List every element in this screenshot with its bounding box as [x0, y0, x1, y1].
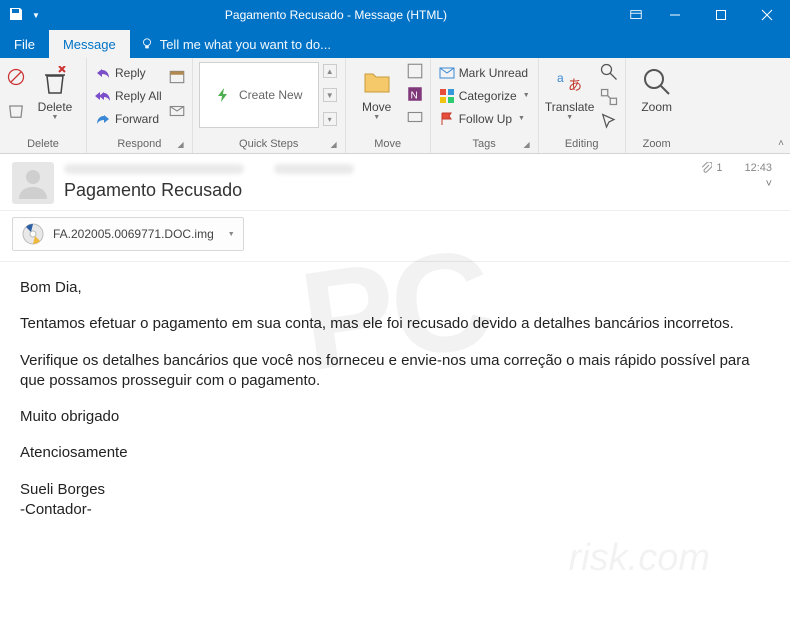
from-line — [64, 162, 690, 176]
follow-up-button[interactable]: Follow Up▼ — [437, 108, 532, 130]
body-paragraph: Sueli Borges -Contador- — [20, 480, 770, 521]
move-button[interactable]: Move ▼ — [352, 62, 402, 121]
body-paragraph: Verifique os detalhes bancários que você… — [20, 351, 770, 392]
message-body: Bom Dia, Tentamos efetuar o pagamento em… — [0, 262, 790, 536]
message-subject: Pagamento Recusado — [64, 180, 690, 201]
gallery-up-icon[interactable]: ▲ — [323, 64, 337, 78]
group-move: Move ▼ N Move — [346, 58, 431, 153]
maximize-button[interactable] — [698, 0, 744, 30]
group-label-tags: Tags◢ — [437, 137, 532, 151]
ribbon: Delete ▼ Delete Reply Reply All Forward … — [0, 58, 790, 154]
group-quick-steps: Create New ▲ ▼ ▾ Quick Steps◢ — [193, 58, 346, 153]
window-controls — [652, 0, 790, 30]
quick-steps-gallery[interactable]: Create New — [199, 62, 319, 128]
reply-button[interactable]: Reply — [93, 62, 164, 84]
folder-move-icon — [361, 66, 393, 98]
related-icon[interactable] — [599, 87, 619, 112]
zoom-icon — [641, 66, 673, 98]
forward-button[interactable]: Forward — [93, 108, 164, 130]
message-time: 12:43 — [744, 162, 772, 174]
svg-text:あ: あ — [568, 77, 582, 93]
expand-header-icon[interactable]: ˅ — [766, 178, 772, 190]
actions-icon[interactable] — [406, 108, 424, 131]
group-respond: Reply Reply All Forward Respond◢ — [87, 58, 193, 153]
body-paragraph: Bom Dia, — [20, 278, 770, 298]
save-icon[interactable] — [8, 6, 24, 25]
qat-customize-icon[interactable]: ▼ — [28, 11, 44, 20]
lightning-icon — [215, 87, 231, 103]
body-paragraph: Tentamos efetuar o pagamento em sua cont… — [20, 314, 770, 334]
minimize-button[interactable] — [652, 0, 698, 30]
ribbon-tabs: File Message Tell me what you want to do… — [0, 30, 790, 58]
onenote-icon[interactable]: N — [406, 85, 424, 108]
reply-icon — [95, 65, 111, 81]
gallery-down-icon[interactable]: ▼ — [323, 88, 337, 102]
flag-icon — [439, 111, 455, 127]
group-editing: aあ Translate ▼ Editing — [539, 58, 626, 153]
outlook-message-window: ▼ Pagamento Recusado - Message (HTML) Fi… — [0, 0, 790, 620]
tell-me-search[interactable]: Tell me what you want to do... — [130, 30, 331, 58]
meeting-icon[interactable] — [168, 68, 186, 91]
group-label-zoom: Zoom — [632, 137, 682, 151]
categorize-icon — [439, 88, 455, 104]
categorize-button[interactable]: Categorize▼ — [437, 85, 532, 107]
sender-avatar — [12, 162, 54, 204]
dialog-launcher-icon[interactable]: ◢ — [178, 140, 184, 149]
lightbulb-icon — [140, 37, 154, 51]
more-respond-icon[interactable] — [168, 102, 186, 125]
tell-me-placeholder: Tell me what you want to do... — [160, 37, 331, 52]
attachment-count: 1 — [716, 162, 722, 174]
ignore-icon[interactable] — [6, 67, 26, 92]
zoom-button[interactable]: Zoom — [632, 62, 682, 114]
envelope-icon — [439, 65, 455, 81]
delete-icon — [39, 66, 71, 98]
close-button[interactable] — [744, 0, 790, 30]
translate-icon: aあ — [554, 66, 586, 98]
tab-message[interactable]: Message — [49, 30, 130, 58]
window-title: Pagamento Recusado - Message (HTML) — [44, 8, 628, 22]
recipient-redacted — [274, 164, 354, 174]
group-label-quicksteps: Quick Steps◢ — [199, 137, 339, 151]
gallery-more-icon[interactable]: ▾ — [323, 112, 337, 126]
sender-name-redacted — [64, 164, 244, 174]
forward-icon — [95, 111, 111, 127]
attachments-bar: FA.202005.0069771.DOC.img ▼ — [0, 211, 790, 262]
svg-text:a: a — [557, 71, 564, 85]
group-zoom: Zoom Zoom — [626, 58, 688, 153]
select-icon[interactable] — [599, 112, 619, 137]
group-label-delete: Delete — [6, 137, 80, 151]
group-label-move: Move — [352, 137, 424, 151]
group-delete: Delete ▼ Delete — [0, 58, 87, 153]
attachment-filename: FA.202005.0069771.DOC.img — [53, 227, 214, 241]
translate-button[interactable]: aあ Translate ▼ — [545, 62, 595, 121]
attachment-indicator: 1 12:43 — [700, 162, 772, 174]
paperclip-icon — [700, 162, 712, 174]
collapse-ribbon-icon[interactable]: ˄ — [778, 138, 784, 149]
group-tags: Mark Unread Categorize▼ Follow Up▼ Tags◢ — [431, 58, 539, 153]
disc-image-icon — [21, 222, 45, 246]
junk-icon[interactable] — [6, 101, 26, 126]
find-icon[interactable] — [599, 62, 619, 87]
svg-text:N: N — [410, 91, 417, 102]
dialog-launcher-icon[interactable]: ◢ — [331, 140, 337, 149]
body-paragraph: Muito obrigado — [20, 407, 770, 427]
rules-icon[interactable] — [406, 62, 424, 85]
dialog-launcher-icon[interactable]: ◢ — [524, 140, 530, 149]
group-label-respond: Respond◢ — [93, 137, 186, 151]
delete-button[interactable]: Delete ▼ — [30, 62, 80, 121]
attachment-chip[interactable]: FA.202005.0069771.DOC.img ▼ — [12, 217, 244, 251]
titlebar: ▼ Pagamento Recusado - Message (HTML) — [0, 0, 790, 30]
body-paragraph: Atenciosamente — [20, 443, 770, 463]
ribbon-display-options-icon[interactable] — [628, 7, 644, 23]
group-label-editing: Editing — [545, 137, 619, 151]
tab-file[interactable]: File — [0, 30, 49, 58]
message-header: Pagamento Recusado 1 12:43 ˅ — [0, 154, 790, 211]
reply-all-icon — [95, 88, 111, 104]
mark-unread-button[interactable]: Mark Unread — [437, 62, 532, 84]
reply-all-button[interactable]: Reply All — [93, 85, 164, 107]
quick-access-toolbar: ▼ — [0, 6, 44, 25]
chevron-down-icon[interactable]: ▼ — [228, 231, 235, 238]
